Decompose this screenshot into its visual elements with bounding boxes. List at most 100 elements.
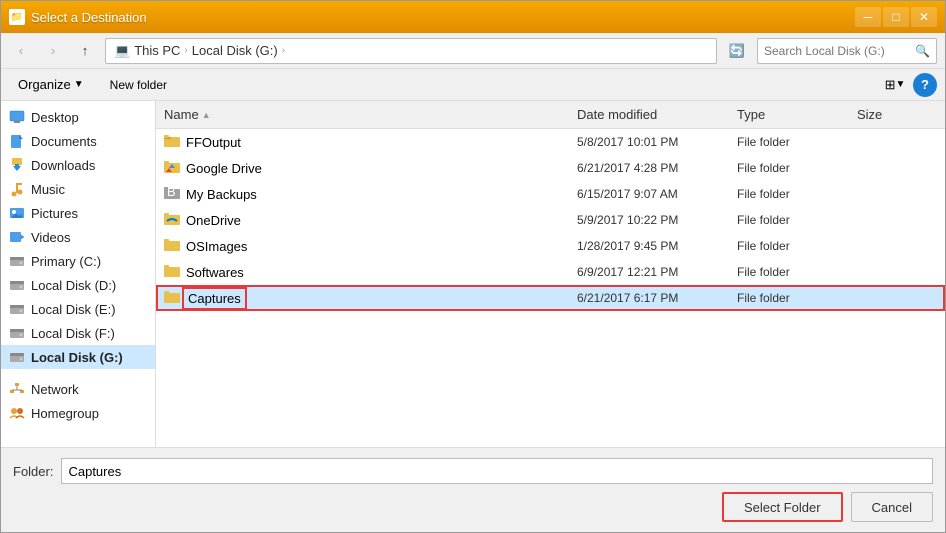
sort-arrow-icon: ▲: [202, 110, 211, 120]
search-icon: 🔍: [915, 44, 930, 58]
folder-label: Folder:: [13, 464, 53, 479]
dialog-icon: 📁: [9, 9, 25, 25]
file-name-captures: Captures: [186, 291, 243, 306]
sidebar-item-local-g[interactable]: Local Disk (G:): [1, 345, 155, 369]
videos-icon: [9, 229, 25, 245]
organize-button[interactable]: Organize ▼: [9, 73, 93, 96]
sidebar-item-network[interactable]: Network: [1, 377, 155, 401]
forward-button[interactable]: ›: [41, 39, 65, 63]
file-date-onedrive: 5/9/2017 10:22 PM: [577, 213, 737, 227]
file-type-captures: File folder: [737, 291, 857, 305]
sidebar-label-network: Network: [31, 382, 79, 397]
content-area: Desktop Documents Downloads Music: [1, 101, 945, 447]
search-bar: 🔍: [757, 38, 937, 64]
sidebar-item-documents[interactable]: Documents: [1, 129, 155, 153]
sidebar-item-music[interactable]: Music: [1, 177, 155, 201]
local-g-icon: [9, 349, 25, 365]
cancel-button[interactable]: Cancel: [851, 492, 933, 522]
sidebar-item-primary-c[interactable]: Primary (C:): [1, 249, 155, 273]
col-type[interactable]: Type: [737, 107, 857, 122]
network-icon: [9, 381, 25, 397]
folder-icon-mybackups: B: [164, 186, 180, 202]
sidebar-label-videos: Videos: [31, 230, 71, 245]
sidebar-label-documents: Documents: [31, 134, 97, 149]
sidebar-item-homegroup[interactable]: Homegroup: [1, 401, 155, 425]
breadcrumb-pc: This PC: [134, 43, 180, 58]
sidebar-label-local-g: Local Disk (G:): [31, 350, 123, 365]
folder-icon-onedrive: [164, 212, 180, 228]
main-panel: Name ▲ Date modified Type Size: [156, 101, 945, 447]
file-list: FFOutput 5/8/2017 10:01 PM File folder G…: [156, 129, 945, 447]
file-date-captures: 6/21/2017 6:17 PM: [577, 291, 737, 305]
file-date-osimages: 1/28/2017 9:45 PM: [577, 239, 737, 253]
file-row-onedrive[interactable]: OneDrive 5/9/2017 10:22 PM File folder: [156, 207, 945, 233]
close-button[interactable]: ✕: [911, 7, 937, 27]
file-row-googledrive[interactable]: Google Drive 6/21/2017 4:28 PM File fold…: [156, 155, 945, 181]
refresh-button[interactable]: 🔄: [725, 39, 749, 63]
help-button[interactable]: ?: [913, 73, 937, 97]
folder-row: Folder:: [13, 458, 933, 484]
sidebar-item-pictures[interactable]: Pictures: [1, 201, 155, 225]
file-type-onedrive: File folder: [737, 213, 857, 227]
sidebar-label-pictures: Pictures: [31, 206, 78, 221]
col-name[interactable]: Name ▲: [164, 107, 577, 122]
new-folder-button[interactable]: New folder: [101, 74, 176, 96]
desktop-icon: [9, 109, 25, 125]
view-toggle-button[interactable]: ⊞ ▼: [881, 73, 909, 97]
svg-text:B: B: [167, 186, 176, 199]
breadcrumb-sep2: ›: [282, 45, 285, 56]
file-type-googledrive: File folder: [737, 161, 857, 175]
bottom-bar: Folder: Select Folder Cancel: [1, 447, 945, 532]
file-row-softwares[interactable]: Softwares 6/9/2017 12:21 PM File folder: [156, 259, 945, 285]
documents-icon: [9, 133, 25, 149]
back-button[interactable]: ‹: [9, 39, 33, 63]
breadcrumb[interactable]: 💻 This PC › Local Disk (G:) ›: [105, 38, 717, 64]
up-button[interactable]: ↑: [73, 39, 97, 63]
file-row-osimages[interactable]: OSImages 1/28/2017 9:45 PM File folder: [156, 233, 945, 259]
sidebar-label-primary-c: Primary (C:): [31, 254, 101, 269]
view-icon: ⊞: [885, 77, 896, 93]
sidebar-item-local-d[interactable]: Local Disk (D:): [1, 273, 155, 297]
sidebar-label-desktop: Desktop: [31, 110, 79, 125]
sidebar-item-desktop[interactable]: Desktop: [1, 105, 155, 129]
view-chevron-icon: ▼: [896, 79, 906, 90]
sidebar-item-local-f[interactable]: Local Disk (F:): [1, 321, 155, 345]
action-toolbar: Organize ▼ New folder ⊞ ▼ ?: [1, 69, 945, 101]
sidebar: Desktop Documents Downloads Music: [1, 101, 156, 447]
select-folder-button[interactable]: Select Folder: [722, 492, 843, 522]
folder-icon-osimages: [164, 238, 180, 254]
local-f-icon: [9, 325, 25, 341]
breadcrumb-icon: 💻: [114, 43, 130, 59]
downloads-icon: [9, 157, 25, 173]
file-type-ffoutput: File folder: [737, 135, 857, 149]
local-d-icon: [9, 277, 25, 293]
nav-toolbar: ‹ › ↑ 💻 This PC › Local Disk (G:) › 🔄 🔍: [1, 33, 945, 69]
file-name-osimages: OSImages: [186, 239, 247, 254]
file-name-ffoutput: FFOutput: [186, 135, 241, 150]
file-row-captures[interactable]: Captures 6/21/2017 6:17 PM File folder: [156, 285, 945, 311]
minimize-button[interactable]: ─: [855, 7, 881, 27]
file-type-osimages: File folder: [737, 239, 857, 253]
music-icon: [9, 181, 25, 197]
sidebar-item-downloads[interactable]: Downloads: [1, 153, 155, 177]
file-date-mybackups: 6/15/2017 9:07 AM: [577, 187, 737, 201]
organize-label: Organize: [18, 77, 71, 92]
folder-icon-googledrive: [164, 160, 180, 176]
col-date[interactable]: Date modified: [577, 107, 737, 122]
file-row-mybackups[interactable]: B My Backups 6/15/2017 9:07 AM File fold…: [156, 181, 945, 207]
file-name-googledrive: Google Drive: [186, 161, 262, 176]
sidebar-item-local-e[interactable]: Local Disk (E:): [1, 297, 155, 321]
file-date-softwares: 6/9/2017 12:21 PM: [577, 265, 737, 279]
file-name-onedrive: OneDrive: [186, 213, 241, 228]
folder-icon-softwares: [164, 264, 180, 280]
maximize-button[interactable]: □: [883, 7, 909, 27]
sidebar-item-videos[interactable]: Videos: [1, 225, 155, 249]
file-date-ffoutput: 5/8/2017 10:01 PM: [577, 135, 737, 149]
folder-icon-ffoutput: [164, 134, 180, 150]
file-row-ffoutput[interactable]: FFOutput 5/8/2017 10:01 PM File folder: [156, 129, 945, 155]
homegroup-icon: [9, 405, 25, 421]
search-input[interactable]: [764, 44, 911, 58]
col-size[interactable]: Size: [857, 107, 937, 122]
folder-input[interactable]: [61, 458, 933, 484]
sidebar-label-music: Music: [31, 182, 65, 197]
